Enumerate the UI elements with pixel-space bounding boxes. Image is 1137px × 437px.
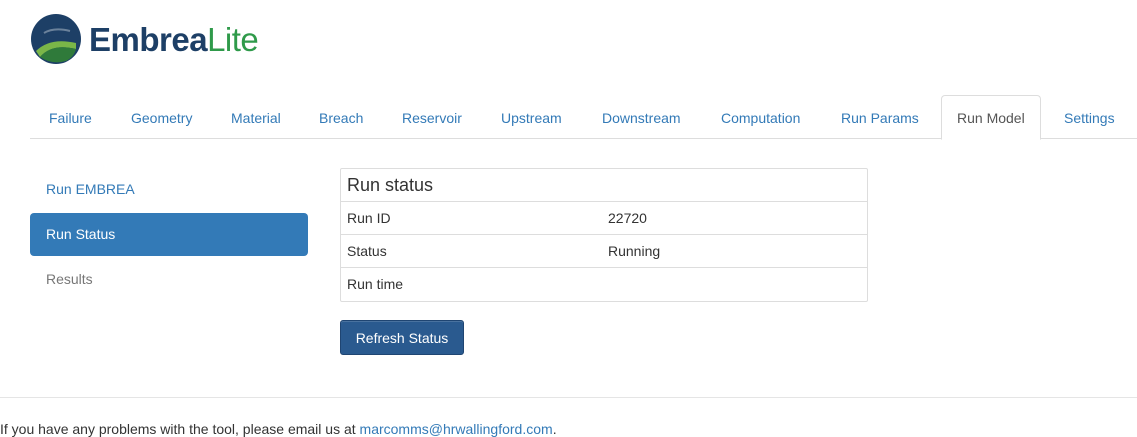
tab-geometry[interactable]: Geometry	[115, 95, 208, 139]
row-value-run-id: 22720	[608, 210, 647, 226]
row-label-run-time: Run time	[347, 276, 404, 292]
brand-name-part1: Embrea	[89, 20, 208, 58]
footer-email-link[interactable]: marcomms@hrwallingford.com	[360, 421, 553, 437]
footer-text: If you have any problems with the tool, …	[0, 421, 360, 437]
table-row: Run time	[341, 268, 867, 301]
sidebar-item-run-embrea[interactable]: Run EMBREA	[30, 168, 308, 211]
tab-run-model[interactable]: Run Model	[941, 95, 1041, 140]
tab-downstream[interactable]: Downstream	[586, 95, 697, 139]
footer-divider	[0, 397, 1137, 398]
table-row: Status Running	[341, 235, 867, 268]
tab-computation[interactable]: Computation	[705, 95, 816, 139]
tab-failure[interactable]: Failure	[33, 95, 108, 139]
sidebar-nav: Run EMBREA Run Status Results	[30, 168, 308, 303]
tab-upstream[interactable]: Upstream	[485, 95, 578, 139]
tab-material[interactable]: Material	[215, 95, 297, 139]
row-label-run-id: Run ID	[347, 210, 391, 226]
tab-breach[interactable]: Breach	[303, 95, 379, 139]
footer: If you have any problems with the tool, …	[0, 421, 557, 437]
refresh-status-button[interactable]: Refresh Status	[340, 320, 464, 355]
tab-reservoir[interactable]: Reservoir	[386, 95, 478, 139]
run-status-panel: Run status Run ID 22720 Status Running R…	[340, 168, 868, 302]
brand-name-part2: Lite	[207, 20, 259, 58]
row-value-status: Running	[608, 243, 661, 259]
brand-name: EmbreaLite	[89, 20, 259, 58]
brand-logo: EmbreaLite	[30, 12, 259, 66]
main-tabs: Failure Geometry Material Breach Reservo…	[30, 95, 1137, 140]
row-label-status: Status	[347, 243, 387, 259]
tab-run-params[interactable]: Run Params	[825, 95, 935, 139]
panel-title: Run status	[341, 169, 867, 202]
sidebar-item-results[interactable]: Results	[30, 258, 308, 301]
footer-suffix: .	[552, 421, 557, 437]
embrea-logo-icon	[31, 14, 81, 64]
tab-settings[interactable]: Settings	[1048, 95, 1131, 139]
table-row: Run ID 22720	[341, 202, 867, 235]
sidebar-item-run-status[interactable]: Run Status	[30, 213, 308, 256]
